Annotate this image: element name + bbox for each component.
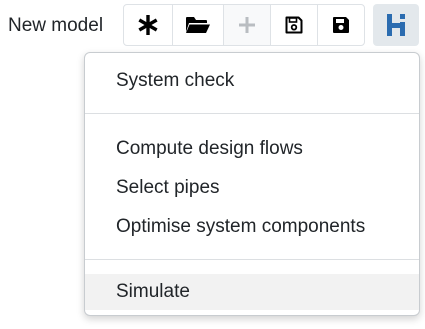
actions-dropdown-menu: System check Compute design flows Select… — [84, 52, 420, 316]
save-as-button[interactable] — [270, 4, 318, 46]
menu-divider — [85, 113, 419, 114]
add-button[interactable] — [223, 4, 271, 46]
save-icon — [333, 17, 349, 33]
asterisk-icon — [138, 15, 158, 35]
folder-open-icon — [186, 17, 210, 33]
save-button[interactable] — [317, 4, 365, 46]
new-model-button[interactable] — [123, 4, 173, 46]
menu-divider — [85, 259, 419, 260]
open-model-button[interactable] — [172, 4, 224, 46]
plus-icon — [239, 17, 255, 33]
model-name: New model — [8, 15, 104, 36]
hi-logo-button[interactable] — [373, 4, 419, 46]
toolbar: New model — [0, 0, 425, 52]
menu-item-compute-design-flows[interactable]: Compute design flows — [85, 131, 419, 167]
menu-item-select-pipes[interactable]: Select pipes — [85, 170, 419, 206]
menu-item-system-check[interactable]: System check — [85, 63, 419, 99]
menu-item-simulate[interactable]: Simulate — [85, 274, 419, 310]
hi-logo-icon — [387, 14, 405, 36]
toolbar-button-group — [123, 4, 365, 46]
save-outline-icon — [285, 16, 303, 34]
menu-item-optimise-system-components[interactable]: Optimise system components — [85, 209, 419, 245]
